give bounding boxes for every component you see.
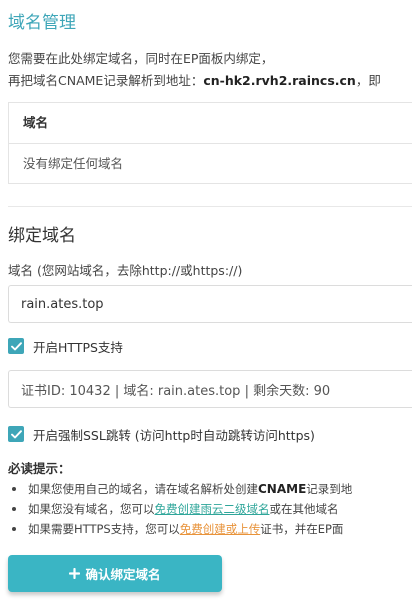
tips-title: 必读提示：	[8, 461, 71, 476]
description-line-1: 您需要在此处绑定域名，同时在EP面板内绑定，	[8, 51, 274, 66]
tip2-suffix: 或在其他域名	[269, 502, 339, 516]
force-ssl-toggle-row[interactable]: 开启强制SSL跳转 (访问http时自动跳转访问https)	[8, 425, 315, 443]
description-prefix: 再把域名CNAME记录解析到地址：	[8, 73, 204, 88]
tip-item-https: 如果需要HTTPS支持，您可以免费创建或上传证书，并在EP面	[8, 519, 352, 539]
https-toggle-row[interactable]: 开启HTTPS支持	[8, 337, 123, 355]
force-ssl-checkbox[interactable]	[8, 426, 24, 442]
force-ssl-label: 开启强制SSL跳转 (访问http时自动跳转访问https)	[33, 427, 315, 443]
empty-domain-row: 没有绑定任何域名	[23, 156, 124, 171]
description-line-2: 再把域名CNAME记录解析到地址：cn-hk2.rvh2.raincs.cn，即	[8, 70, 381, 89]
bind-section-title: 绑定域名	[8, 226, 76, 246]
confirm-bind-label: 确认绑定域名	[85, 567, 161, 582]
domain-input[interactable]	[8, 285, 412, 323]
tip-item-free-domain: 如果您没有域名，您可以免费创建雨云二级域名或在其他域名	[8, 499, 352, 519]
checkmark-icon	[10, 341, 22, 350]
page-title: 域名管理	[8, 13, 76, 33]
tip2-text: 如果您没有域名，您可以	[28, 502, 155, 516]
confirm-bind-button[interactable]: 确认绑定域名	[8, 555, 222, 592]
tips-list: 如果您使用自己的域名，请在域名解析处创建CNAME记录到地 如果您没有域名，您可…	[8, 479, 352, 539]
description-suffix: ，即	[355, 73, 381, 88]
tip3-suffix: 证书，并在EP面	[260, 522, 344, 536]
plus-icon	[69, 568, 81, 579]
https-label: 开启HTTPS支持	[33, 339, 123, 355]
checkmark-icon	[10, 429, 22, 438]
cname-address: cn-hk2.rvh2.raincs.cn	[203, 73, 356, 88]
tip-item-cname: 如果您使用自己的域名，请在域名解析处创建CNAME记录到地	[8, 479, 352, 499]
tip1-bold: CNAME	[258, 482, 307, 496]
domain-management-page: 域名管理 您需要在此处绑定域名，同时在EP面板内绑定， 再把域名CNAME记录解…	[0, 0, 412, 605]
tip1-text: 如果您使用自己的域名，请在域名解析处创建	[28, 482, 258, 496]
create-upload-cert-link[interactable]: 免费创建或上传	[180, 522, 261, 536]
free-subdomain-link[interactable]: 免费创建雨云二级域名	[155, 502, 270, 516]
domain-field-label: 域名 (您网站域名，去除http://或https://)	[8, 263, 243, 278]
tip3-text: 如果需要HTTPS支持，您可以	[28, 522, 180, 536]
domain-table: 域名 没有绑定任何域名	[8, 102, 412, 184]
tip1-suffix: 记录到地	[306, 482, 353, 496]
https-checkbox[interactable]	[8, 338, 24, 354]
section-divider	[8, 206, 412, 207]
domain-column-header: 域名	[9, 103, 412, 144]
certificate-select[interactable]	[8, 370, 412, 408]
